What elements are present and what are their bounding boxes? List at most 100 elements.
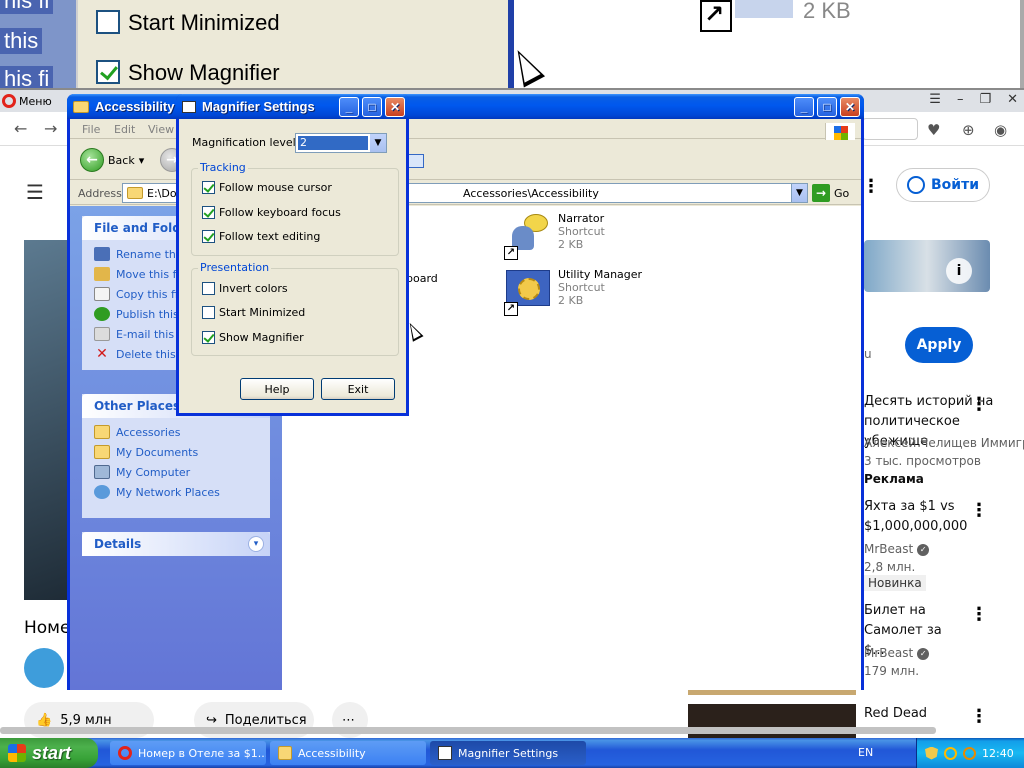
gear-icon [518, 278, 540, 300]
start-button[interactable]: start [0, 738, 98, 768]
help-button[interactable]: Help [240, 378, 314, 400]
move-icon [94, 267, 110, 281]
folder-icon [127, 187, 143, 199]
more-options-icon[interactable]: ⋮ [970, 604, 988, 625]
video-item-title[interactable]: Red Dead Redemption 2... [864, 704, 964, 728]
menu-file[interactable]: File [82, 123, 100, 136]
close-button[interactable]: ✕ [385, 97, 405, 117]
menu-view[interactable]: View [148, 123, 174, 136]
follow-keyboard-checkbox[interactable]: Follow keyboard focus [202, 206, 341, 219]
place-my-network-places[interactable]: My Network Places [82, 482, 270, 502]
system-tray: 12:40 [916, 738, 1024, 768]
minimize-icon[interactable]: – [957, 92, 964, 107]
magnified-sidebar-fragment: his fi this his fi [0, 0, 76, 88]
forward-arrow-icon[interactable]: → [44, 119, 57, 138]
more-options-icon[interactable]: ⋮ [970, 394, 988, 415]
language-indicator[interactable]: EN [858, 746, 873, 759]
restore-icon[interactable]: ❐ [979, 92, 991, 107]
opera-icon [118, 746, 132, 760]
task-label: Copy this fil [116, 287, 181, 301]
shortcut-arrow-icon: ↗ [504, 302, 518, 316]
file-utility-manager[interactable]: ↗ Utility Manager Shortcut 2 KB [504, 268, 642, 316]
verified-icon: ✓ [917, 543, 930, 556]
computer-icon [94, 465, 110, 479]
follow-text-checkbox[interactable]: Follow text editing [202, 230, 320, 243]
checkbox[interactable] [202, 230, 215, 243]
search-icon[interactable] [963, 746, 976, 760]
invert-colors-checkbox[interactable]: Invert colors [202, 282, 288, 295]
menu-edit[interactable]: Edit [114, 123, 135, 136]
exit-button[interactable]: Exit [321, 378, 395, 400]
apply-button[interactable]: Apply [905, 327, 973, 363]
profile-icon[interactable]: ◉ [994, 121, 1007, 139]
file-narrator[interactable]: ↗ Narrator Shortcut 2 KB [504, 212, 605, 260]
more-options-icon[interactable]: ⋮ [970, 500, 988, 521]
back-arrow-icon[interactable]: ← [14, 119, 27, 138]
magnification-level-select[interactable]: 2 ▼ [295, 133, 387, 153]
chevron-down-icon[interactable]: ▾ [248, 536, 264, 552]
place-label: Accessories [116, 425, 181, 439]
details-label: Details [94, 537, 142, 551]
checkbox[interactable] [202, 181, 215, 194]
magnifier-tray-icon[interactable] [944, 746, 957, 760]
show-magnifier-checkbox[interactable]: Show Magnifier [202, 331, 304, 344]
checkbox[interactable] [202, 206, 215, 219]
place-label: My Computer [116, 465, 191, 479]
close-icon[interactable]: ✕ [1007, 92, 1018, 107]
download-icon[interactable]: ⊕ [962, 121, 975, 139]
youtube-menu-icon[interactable]: ☰ [26, 180, 44, 204]
checkbox[interactable] [202, 306, 215, 319]
checkbox-label: Show Magnifier [219, 331, 304, 344]
address-label: Address [78, 187, 122, 200]
maximize-button[interactable]: □ [362, 97, 382, 117]
taskbar-button-label: Accessibility [298, 746, 366, 760]
clock: 12:40 [982, 746, 1014, 760]
details-panel: Details ▾ [82, 532, 270, 556]
shield-icon[interactable] [925, 746, 938, 760]
close-button[interactable]: ✕ [840, 97, 860, 117]
back-button[interactable]: ← Back ▾ [80, 148, 144, 172]
checkbox[interactable] [202, 282, 215, 295]
task-label: Delete this f [116, 347, 184, 361]
horizontal-scrollbar[interactable] [0, 727, 936, 734]
taskbar-button-magnifier[interactable]: Magnifier Settings [430, 741, 586, 765]
go-button[interactable]: → Go [812, 184, 849, 202]
start-minimized-checkbox[interactable]: Start Minimized [202, 306, 305, 319]
magnifier-view-pane: his fi this his fi Start Minimized Show … [0, 0, 1024, 90]
file-type: Shortcut [558, 281, 605, 294]
sign-in-button[interactable]: Войти [896, 168, 990, 202]
chevron-down-icon[interactable]: ▼ [370, 134, 386, 152]
taskbar-button-label: Номер в Отеле за $1... [138, 746, 266, 760]
details-heading[interactable]: Details ▾ [82, 532, 270, 556]
place-my-documents[interactable]: My Documents [82, 442, 270, 462]
taskbar-button-accessibility[interactable]: Accessibility [270, 741, 426, 765]
rename-icon [94, 247, 110, 261]
maximize-button[interactable]: □ [817, 97, 837, 117]
info-icon[interactable]: i [946, 258, 972, 284]
heart-icon[interactable]: ♥ [927, 121, 940, 139]
browser-address-bar[interactable] [862, 118, 918, 140]
follow-mouse-checkbox[interactable]: Follow mouse cursor [202, 181, 332, 194]
tab-menu-icon[interactable]: ☰ [929, 92, 941, 107]
video-item-views: 179 млн. [864, 664, 920, 678]
views-button[interactable] [408, 154, 424, 168]
channel-avatar[interactable] [24, 648, 64, 688]
magnifier-title-bar[interactable]: Magnifier Settings _ □ ✕ [176, 94, 409, 119]
thumb-up-icon: 👍 [36, 712, 53, 728]
minimize-button[interactable]: _ [794, 97, 814, 117]
more-options-icon[interactable]: ⋮ [862, 176, 880, 197]
video-item-title[interactable]: Яхта за $1 vs $1,000,000,000 [864, 497, 967, 537]
place-accessories[interactable]: Accessories [82, 422, 270, 442]
taskbar-button-browser[interactable]: Номер в Отеле за $1... [110, 741, 266, 765]
documents-folder-icon [94, 445, 110, 459]
place-my-computer[interactable]: My Computer [82, 462, 270, 482]
checkbox-label: Invert colors [219, 282, 288, 295]
explorer-title: Accessibility [95, 99, 175, 114]
minimize-button[interactable]: _ [339, 97, 359, 117]
address-dropdown[interactable]: ▼ [791, 184, 807, 202]
checkbox[interactable] [202, 331, 215, 344]
opera-menu-button[interactable]: Меню [2, 92, 60, 110]
email-icon [94, 327, 110, 341]
more-options-icon[interactable]: ⋮ [970, 706, 988, 727]
magnifier-app-icon [182, 100, 196, 113]
